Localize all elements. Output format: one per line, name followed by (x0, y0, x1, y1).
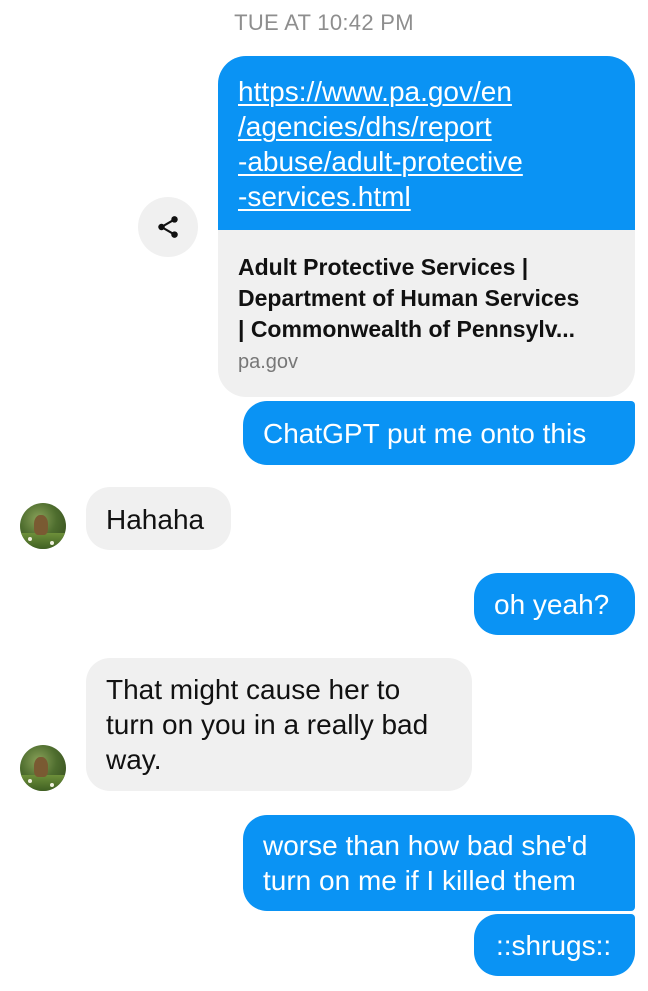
link-url-line: -abuse/adult-protective (238, 146, 523, 177)
incoming-message[interactable]: That might cause her to turn on you in a… (86, 658, 472, 791)
link-preview-title: Adult Protective Services | Department o… (238, 252, 615, 345)
link-url-line: /agencies/dhs/report (238, 111, 492, 142)
link-preview-title-line: Department of Human Services (238, 285, 580, 311)
message-text-line: turn on you in a really bad (106, 709, 429, 740)
link-url-line: -services.html (238, 181, 411, 212)
share-button[interactable] (138, 197, 198, 257)
outgoing-message[interactable]: oh yeah? (474, 573, 635, 635)
share-icon (158, 216, 178, 238)
link-url[interactable]: https://www.pa.gov/en /agencies/dhs/repo… (218, 56, 635, 230)
link-preview[interactable]: Adult Protective Services | Department o… (218, 230, 635, 374)
link-url-line: https://www.pa.gov/en (238, 76, 512, 107)
message-text: ::shrugs:: (496, 930, 612, 961)
message-text: Hahaha (106, 504, 205, 535)
outgoing-message[interactable]: worse than how bad she'd turn on me if I… (243, 815, 635, 911)
incoming-message[interactable]: Hahaha (86, 487, 231, 550)
link-preview-domain: pa.gov (238, 351, 299, 373)
message-text: ChatGPT put me onto this (263, 418, 587, 449)
link-preview-title-line: Adult Protective Services | (238, 254, 529, 280)
outgoing-message[interactable]: ::shrugs:: (474, 914, 635, 976)
message-text-line: That might cause her to (106, 674, 401, 705)
link-preview-title-line: | Commonwealth of Pennsylv... (238, 316, 576, 342)
message-text-line: way. (106, 744, 162, 775)
message-text: oh yeah? (494, 589, 610, 620)
link-message-card[interactable]: https://www.pa.gov/en /agencies/dhs/repo… (218, 56, 635, 397)
message-timestamp: TUE AT 10:42 PM (234, 10, 414, 35)
contact-avatar[interactable] (20, 745, 66, 791)
chat-thread: TUE AT 10:42 PM https://www.pa.gov/en /a… (0, 0, 648, 991)
message-text-line: worse than how bad she'd (263, 830, 588, 861)
message-text-line: turn on me if I killed them (263, 865, 576, 896)
contact-avatar[interactable] (20, 503, 66, 549)
outgoing-message[interactable]: ChatGPT put me onto this (243, 401, 635, 465)
